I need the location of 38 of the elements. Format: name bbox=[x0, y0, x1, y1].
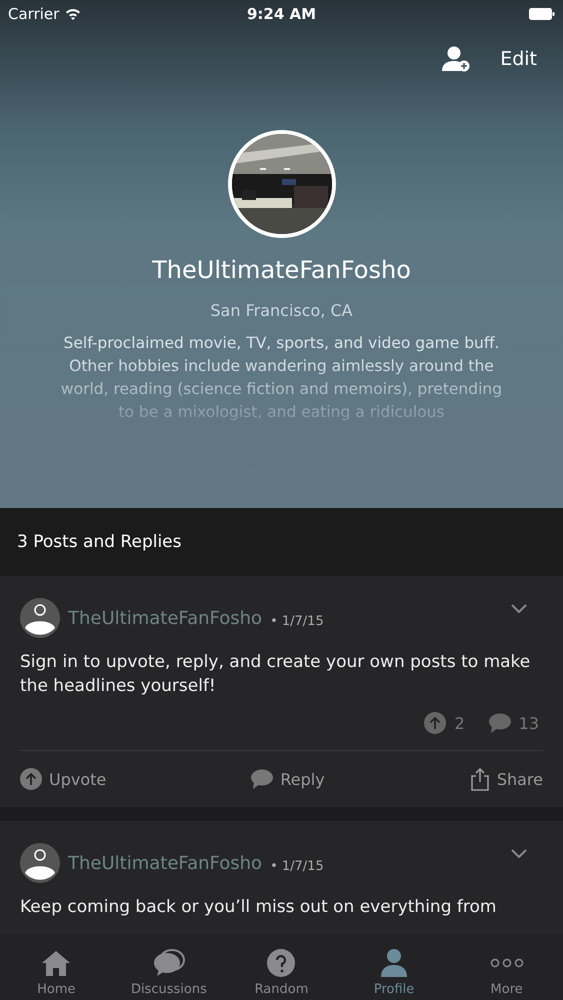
tab[interactable]: Profile bbox=[338, 934, 450, 1000]
tab[interactable]: More bbox=[450, 934, 563, 1000]
profile-location: San Francisco, CA bbox=[210, 301, 353, 320]
wifi-icon bbox=[65, 8, 82, 20]
share-icon bbox=[470, 767, 490, 791]
clock-time: 9:24 AM bbox=[246, 5, 318, 23]
edit-button[interactable]: Edit bbox=[500, 48, 537, 70]
carrier-label: Carrier bbox=[8, 5, 60, 23]
tab[interactable]: Home bbox=[0, 934, 112, 1000]
share-button[interactable]: Share bbox=[470, 767, 543, 791]
reply-button[interactable]: Reply bbox=[251, 769, 325, 789]
section-title: 3 Posts and Replies bbox=[17, 532, 182, 552]
tab[interactable]: Random bbox=[225, 934, 338, 1000]
battery-icon bbox=[529, 8, 555, 20]
upvote-count: 2 bbox=[454, 714, 465, 732]
home-icon bbox=[41, 948, 72, 978]
post-author[interactable]: TheUltimateFanFosho bbox=[68, 608, 262, 628]
comment-icon bbox=[251, 769, 274, 789]
post-date: • 1/7/15 bbox=[270, 614, 324, 628]
post-author[interactable]: TheUltimateFanFosho bbox=[68, 852, 262, 874]
post-text: Sign in to upvote, reply, and create your own posts to make the headlines yourself! bbox=[20, 651, 532, 698]
chevron-down-icon[interactable] bbox=[511, 849, 527, 859]
tab[interactable]: Discussions bbox=[112, 934, 225, 1000]
upvote-button[interactable]: Upvote bbox=[20, 768, 106, 790]
reply-count: 13 bbox=[518, 714, 539, 732]
chevron-down-icon[interactable] bbox=[511, 604, 527, 614]
post-date: • 1/7/15 bbox=[270, 858, 324, 874]
add-user-icon[interactable] bbox=[442, 46, 470, 72]
comment-icon bbox=[488, 713, 511, 733]
upvote-icon bbox=[20, 768, 42, 790]
avatar-icon bbox=[20, 843, 60, 883]
avatar-icon bbox=[20, 598, 60, 638]
speech-bubbles-icon bbox=[152, 948, 185, 978]
person-icon bbox=[379, 948, 410, 978]
profile-name: TheUltimateFanFosho bbox=[152, 256, 411, 284]
question-mark-icon bbox=[266, 948, 296, 978]
upvote-icon bbox=[424, 712, 446, 734]
post-text: Keep coming back or you’ll miss out on everything from bbox=[20, 896, 498, 919]
